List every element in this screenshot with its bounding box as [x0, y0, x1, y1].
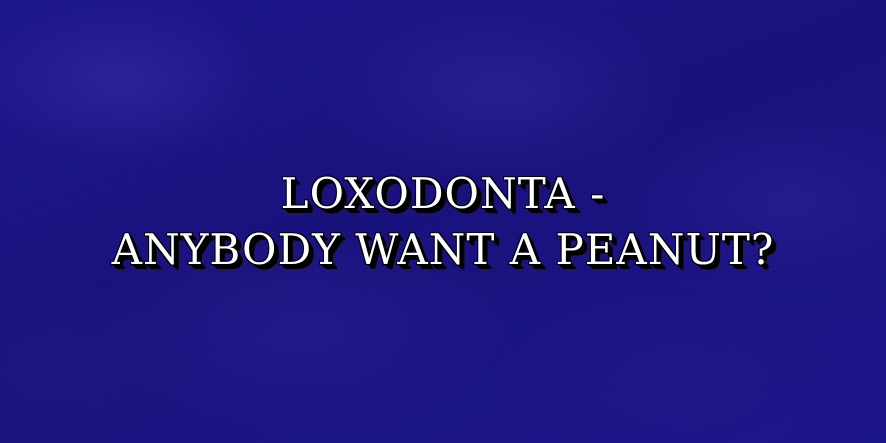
clue-line-2: ANYBODY WANT A PEANUT? — [111, 224, 775, 274]
clue-screen: LOXODONTA - ANYBODY WANT A PEANUT? — [0, 0, 886, 443]
clue-line-1: LOXODONTA - — [280, 168, 606, 218]
clue-text-block: LOXODONTA - ANYBODY WANT A PEANUT? — [0, 0, 886, 443]
